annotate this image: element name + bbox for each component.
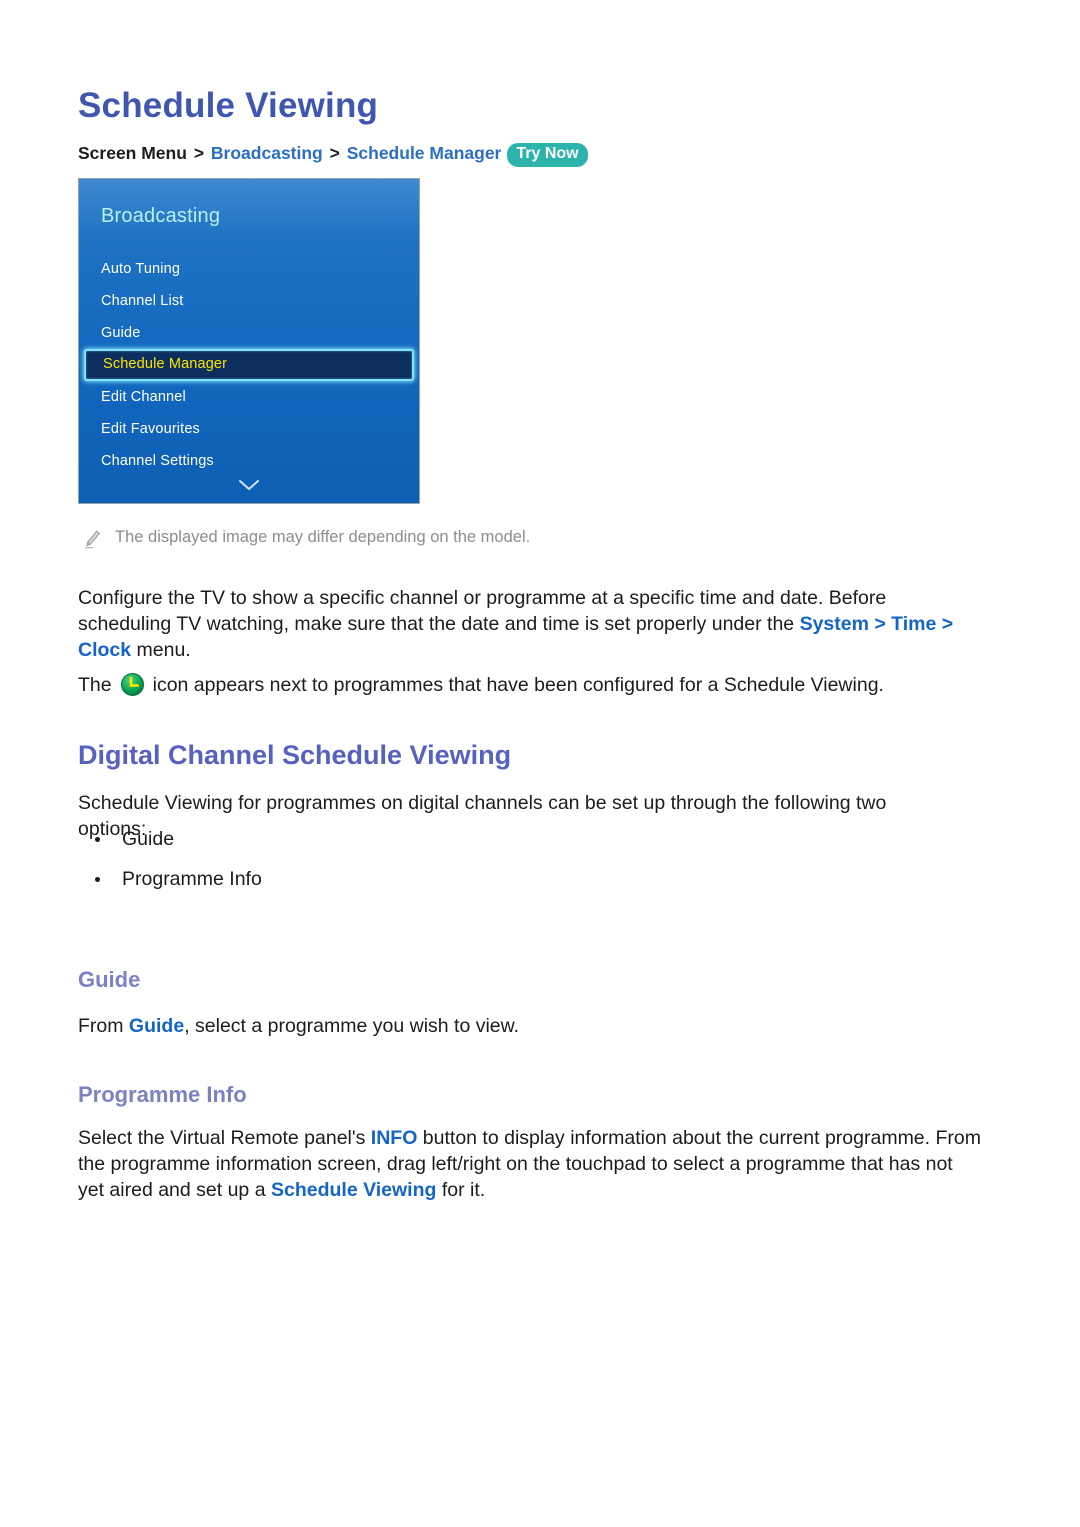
paragraph-proginfo-text-3: for it.: [436, 1178, 486, 1201]
tv-menu-item-channel-list[interactable]: Channel List: [79, 285, 419, 317]
options-bullet-list: Guide Programme Info: [90, 826, 262, 906]
heading-guide: Guide: [78, 967, 141, 992]
paragraph-guide-text-1: From: [78, 1014, 129, 1037]
note-line: The displayed image may differ depending…: [84, 528, 530, 549]
list-item: Guide: [90, 826, 262, 852]
link-separator-1: >: [868, 612, 892, 635]
paragraph-guide-text-2: , select a programme you wish to view.: [184, 1014, 520, 1037]
paragraph-icon-suffix: icon appears next to programmes that hav…: [152, 673, 884, 696]
list-item: Programme Info: [90, 866, 262, 892]
paragraph-proginfo-text-1: Select the Virtual Remote panel's: [78, 1126, 371, 1149]
paragraph-icon-legend: The icon appears next to programmes that…: [78, 672, 958, 698]
paragraph-configure: Configure the TV to show a specific chan…: [78, 585, 958, 663]
breadcrumb: Screen Menu > Broadcasting > Schedule Ma…: [78, 143, 588, 168]
link-clock[interactable]: Clock: [78, 639, 131, 661]
try-now-badge[interactable]: Try Now: [507, 143, 588, 167]
tv-menu-header: Broadcasting: [101, 205, 221, 227]
tv-menu-item-guide[interactable]: Guide: [79, 317, 419, 349]
tv-menu-item-schedule-manager[interactable]: Schedule Manager: [84, 349, 414, 381]
heading-digital-channel-schedule-viewing: Digital Channel Schedule Viewing: [78, 740, 512, 771]
paragraph-guide-body: From Guide, select a programme you wish …: [78, 1013, 958, 1039]
link-schedule-viewing[interactable]: Schedule Viewing: [271, 1179, 436, 1201]
tv-menu-list: Auto Tuning Channel List Guide Schedule …: [79, 253, 419, 477]
breadcrumb-item-schedule-manager[interactable]: Schedule Manager: [347, 143, 502, 163]
tv-menu-item-channel-settings[interactable]: Channel Settings: [79, 445, 419, 477]
paragraph-icon-prefix: The: [78, 673, 112, 696]
document-page: Schedule Viewing Screen Menu > Broadcast…: [0, 0, 1080, 1527]
paragraph-configure-text-1: Configure the TV to show a specific chan…: [78, 586, 887, 635]
tv-menu-item-edit-favourites[interactable]: Edit Favourites: [79, 413, 419, 445]
link-separator-2: >: [936, 612, 954, 635]
link-time[interactable]: Time: [891, 613, 936, 635]
breadcrumb-separator-1: >: [193, 143, 205, 163]
link-guide[interactable]: Guide: [129, 1015, 184, 1037]
schedule-viewing-clock-icon: [120, 672, 145, 697]
tv-menu-item-edit-channel[interactable]: Edit Channel: [79, 381, 419, 413]
paragraph-configure-text-2: menu.: [131, 638, 191, 661]
chevron-down-icon[interactable]: [79, 477, 419, 494]
link-system[interactable]: System: [800, 613, 869, 635]
breadcrumb-item-broadcasting[interactable]: Broadcasting: [211, 143, 323, 163]
breadcrumb-root: Screen Menu: [78, 143, 187, 163]
note-text: The displayed image may differ depending…: [115, 528, 531, 546]
tv-menu-screenshot: Broadcasting Auto Tuning Channel List Gu…: [78, 178, 420, 504]
tv-menu-item-auto-tuning[interactable]: Auto Tuning: [79, 253, 419, 285]
breadcrumb-separator-2: >: [329, 143, 340, 163]
heading-programme-info: Programme Info: [78, 1082, 247, 1107]
page-title: Schedule Viewing: [78, 86, 379, 126]
paragraph-programme-info-body: Select the Virtual Remote panel's INFO b…: [78, 1125, 983, 1203]
link-info[interactable]: INFO: [371, 1127, 418, 1149]
pencil-icon: [84, 530, 101, 549]
